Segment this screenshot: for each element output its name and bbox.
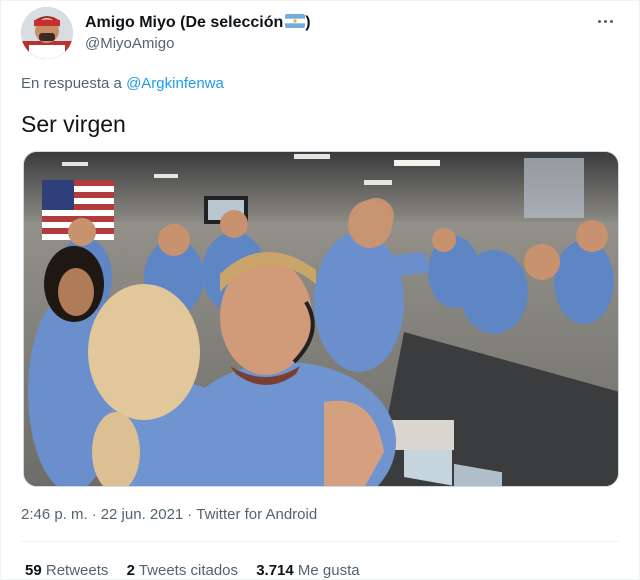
tweet-time[interactable]: 2:46 p. m.	[21, 506, 88, 523]
reply-prefix: En respuesta a	[21, 75, 127, 92]
tweet-card: Amigo Miyo (De selección) @MiyoAmigo En …	[0, 0, 640, 580]
argentina-flag-icon	[285, 14, 306, 34]
quote-tweets-stat[interactable]: 2 Tweets citados	[127, 562, 238, 579]
meta-separator-2: ·	[187, 506, 193, 523]
reply-mention-link[interactable]: @Argkinfenwa	[126, 75, 224, 92]
likes-count: 3.714	[256, 562, 294, 579]
display-name-text: Amigo Miyo (De selección	[85, 14, 284, 31]
quotes-count: 2	[126, 562, 135, 579]
avatar[interactable]	[21, 7, 73, 59]
tweet-text: Ser virgen	[21, 111, 126, 137]
tweet-date[interactable]: 22 jun. 2021	[101, 506, 184, 523]
tweet-header: Amigo Miyo (De selección) @MiyoAmigo	[21, 7, 621, 63]
author-display-name[interactable]: Amigo Miyo (De selección)	[85, 13, 311, 34]
divider	[21, 541, 619, 542]
display-name-suffix: )	[305, 14, 311, 31]
tweet-photo[interactable]	[23, 151, 619, 487]
retweets-label: Retweets	[45, 562, 109, 579]
meta-separator: ·	[91, 506, 97, 523]
tweet-stats: 59 Retweets 2 Tweets citados 3.714 Me gu…	[25, 562, 374, 579]
likes-stat[interactable]: 3.714 Me gusta	[256, 562, 359, 579]
retweets-count: 59	[25, 562, 42, 579]
tweet-metadata: 2:46 p. m. · 22 jun. 2021 · Twitter for Andr…	[21, 506, 317, 523]
author-handle[interactable]: @MiyoAmigo	[85, 34, 311, 54]
tweet-source[interactable]: Twitter for Android	[196, 506, 317, 523]
reply-context: En respuesta a @Argkinfenwa	[21, 75, 224, 92]
likes-label: Me gusta	[297, 562, 360, 579]
photo-image	[24, 152, 618, 486]
more-options-icon[interactable]	[593, 11, 617, 31]
avatar-image	[21, 7, 73, 59]
author-names: Amigo Miyo (De selección) @MiyoAmigo	[85, 13, 311, 54]
retweets-stat[interactable]: 59 Retweets	[25, 562, 108, 579]
quotes-label: Tweets citados	[138, 562, 239, 579]
